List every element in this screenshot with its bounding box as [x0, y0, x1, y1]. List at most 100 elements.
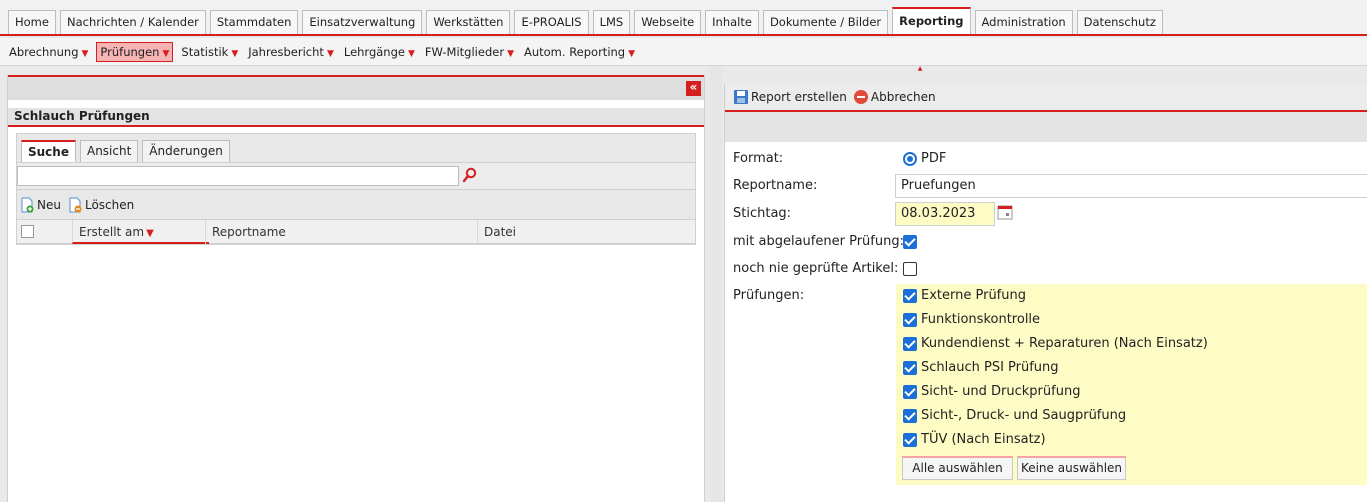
splitter-top: ▲ [710, 66, 1367, 74]
menu-pruefungen[interactable]: Prüfungen ▼ [96, 41, 174, 62]
checkbox-tuev[interactable] [903, 433, 917, 447]
reportname-label: Reportname: [733, 178, 818, 193]
tab-administration[interactable]: Administration [974, 10, 1073, 34]
menu-abrechnung[interactable]: Abrechnung ▼ [7, 43, 90, 61]
checkbox-externe-pruefung[interactable] [903, 289, 917, 303]
panel-splitter[interactable] [710, 66, 722, 502]
tab-inhalte[interactable]: Inhalte [705, 10, 759, 34]
collapse-top-icon[interactable]: ▲ [900, 66, 940, 72]
column-label: Datei [484, 225, 517, 239]
collapse-left-icon[interactable]: « [686, 81, 701, 96]
create-label: Report erstellen [751, 90, 847, 104]
caret-down-icon: ▼ [162, 48, 170, 59]
search-row [17, 162, 695, 189]
tab-werkstaetten[interactable]: Werkstätten [426, 10, 511, 34]
panel-title: Schlauch Prüfungen [8, 100, 704, 127]
tab-webseite[interactable]: Webseite [634, 10, 702, 34]
tab-nachrichten-kalender[interactable]: Nachrichten / Kalender [59, 10, 206, 34]
menu-label: Autom. Reporting [523, 44, 626, 59]
new-label: Neu [37, 197, 61, 212]
format-value: PDF [921, 151, 947, 166]
column-reportname[interactable]: Reportname [205, 220, 477, 244]
form-toolbar: Report erstellen Abbrechen [725, 84, 1367, 112]
format-label: Format: [733, 151, 784, 166]
reportname-input[interactable]: Pruefungen [895, 174, 1367, 198]
main-tab-bar: Home Nachrichten / Kalender Stammdaten E… [0, 0, 1367, 36]
tab-datenschutz[interactable]: Datenschutz [1076, 10, 1163, 34]
label-sicht-druck-saug: Sicht-, Druck- und Saugprüfung [921, 408, 1127, 423]
select-all-checkbox[interactable] [21, 225, 34, 238]
menu-fw-mitglieder[interactable]: FW-Mitglieder ▼ [423, 43, 516, 61]
delete-document-icon [69, 197, 82, 212]
stichtag-label: Stichtag: [733, 206, 792, 221]
stichtag-input[interactable]: 08.03.2023 [895, 202, 995, 226]
select-all-button[interactable]: Alle auswählen [902, 456, 1013, 480]
checkbox-schlauch-psi[interactable] [903, 361, 917, 375]
caret-down-icon: ▼ [507, 48, 514, 59]
delete-button[interactable]: Löschen [67, 197, 134, 213]
new-button[interactable]: Neu [19, 197, 61, 213]
menu-label: Jahresbericht [248, 44, 324, 59]
search-input[interactable] [17, 166, 459, 186]
select-none-button[interactable]: Keine auswählen [1017, 456, 1126, 480]
label-sicht-druck: Sicht- und Druckprüfung [921, 384, 1081, 399]
menu-lehrgaenge[interactable]: Lehrgänge ▼ [342, 43, 417, 61]
menu-jahresbericht[interactable]: Jahresbericht ▼ [246, 43, 336, 61]
menu-autom-reporting[interactable]: Autom. Reporting ▼ [522, 43, 637, 61]
column-erstellt-am[interactable]: Erstellt am ▼ [72, 220, 209, 244]
caret-down-icon: ▼ [407, 48, 415, 59]
menu-label: FW-Mitglieder [424, 44, 505, 59]
list-toolbar: Neu Löschen [17, 189, 695, 219]
label-kundendienst: Kundendienst + Reparaturen (Nach Einsatz… [921, 336, 1208, 351]
format-pdf-radio[interactable] [903, 152, 917, 166]
save-icon [734, 90, 748, 104]
never-checked-label: noch nie geprüfte Artikel: [733, 261, 899, 276]
checkbox-funktionskontrolle[interactable] [903, 313, 917, 327]
tab-dokumente-bilder[interactable]: Dokumente / Bilder [762, 10, 889, 34]
reporting-submenu: Abrechnung ▼ Prüfungen ▼ Statistik ▼ Jahres… [0, 38, 1367, 66]
create-report-button[interactable]: Report erstellen [733, 89, 847, 105]
menu-label: Abrechnung [9, 44, 79, 59]
pruefungen-label: Prüfungen: [733, 288, 805, 303]
tab-reporting[interactable]: Reporting [892, 7, 971, 34]
expired-checkbox[interactable] [903, 235, 917, 249]
never-checked-checkbox[interactable] [903, 262, 917, 276]
menu-label: Lehrgänge [343, 44, 405, 59]
sort-desc-icon: ▼ [146, 228, 154, 239]
cancel-icon [853, 90, 868, 104]
checkbox-kundendienst[interactable] [903, 337, 917, 351]
inner-tabs: Suche Ansicht Änderungen [17, 134, 695, 162]
menu-label: Statistik [181, 44, 229, 59]
calendar-icon[interactable] [997, 204, 1013, 220]
panel-header: « [8, 75, 704, 100]
new-document-icon [21, 197, 34, 212]
search-icon[interactable] [462, 167, 478, 183]
form-band [725, 112, 1367, 142]
search-container: Suche Ansicht Änderungen Neu Löschen Ers… [16, 133, 696, 245]
tab-e-proalis[interactable]: E-PROALIS [514, 10, 589, 34]
report-form-panel: Report erstellen Abbrechen Format: PDF R… [724, 84, 1367, 502]
caret-down-icon: ▼ [231, 48, 239, 59]
column-datei[interactable]: Datei [477, 220, 697, 244]
tab-einsatzverwaltung[interactable]: Einsatzverwaltung [302, 10, 423, 34]
label-funktionskontrolle: Funktionskontrolle [921, 312, 1041, 327]
menu-statistik[interactable]: Statistik ▼ [179, 43, 240, 61]
label-externe-pruefung: Externe Prüfung [921, 288, 1026, 303]
caret-down-icon: ▼ [628, 48, 636, 59]
cancel-button[interactable]: Abbrechen [853, 89, 936, 105]
tab-ansicht[interactable]: Ansicht [79, 140, 139, 162]
tab-lms[interactable]: LMS [592, 10, 631, 34]
tab-stammdaten[interactable]: Stammdaten [209, 10, 299, 34]
tab-home[interactable]: Home [8, 10, 56, 34]
label-schlauch-psi: Schlauch PSI Prüfung [921, 360, 1059, 375]
report-list-panel: « Schlauch Prüfungen Suche Ansicht Änder… [7, 75, 705, 502]
tab-aenderungen[interactable]: Änderungen [142, 140, 230, 162]
tab-suche[interactable]: Suche [21, 140, 76, 162]
checkbox-sicht-druck-saug[interactable] [903, 409, 917, 423]
caret-down-icon: ▼ [326, 48, 334, 59]
cancel-label: Abbrechen [870, 90, 936, 104]
delete-label: Löschen [84, 197, 135, 212]
checkbox-sicht-druck[interactable] [903, 385, 917, 399]
menu-label: Prüfungen [100, 44, 160, 59]
column-label: Erstellt am [79, 225, 145, 239]
